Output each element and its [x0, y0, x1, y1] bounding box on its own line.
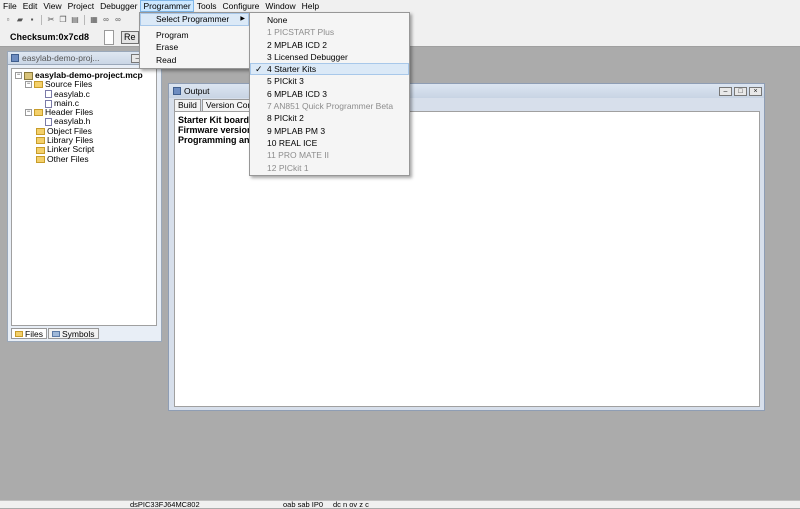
- programmer-option: 1 PICSTART Plus: [250, 26, 409, 38]
- folder-icon: [34, 81, 43, 89]
- status-bar: dsPIC33FJ64MC802 oab sab IP0 dc n ov z c: [0, 500, 800, 509]
- project-icon: [24, 71, 33, 80]
- programmer-option-label: 2 MPLAB ICD 2: [267, 39, 327, 50]
- tree-node-file[interactable]: easylab.c: [12, 89, 156, 99]
- programmer-option[interactable]: None: [250, 14, 409, 26]
- menu-window[interactable]: Window: [262, 0, 298, 12]
- programmer-option-label: 10 REAL ICE: [267, 137, 318, 148]
- toolbar-dropdown[interactable]: [104, 30, 114, 45]
- menu-project[interactable]: Project: [65, 0, 97, 12]
- menu-file[interactable]: File: [0, 0, 20, 12]
- cut-icon[interactable]: ✂: [46, 15, 56, 25]
- programmer-option-label: 4 Starter Kits: [267, 64, 317, 75]
- tab-files-label: Files: [25, 328, 43, 339]
- menu-item-select-programmer[interactable]: Select Programmer ▶: [140, 13, 249, 26]
- programmer-option[interactable]: 6 MPLAB ICD 3: [250, 88, 409, 100]
- folder-icon: [36, 137, 45, 145]
- new-file-icon[interactable]: ▫: [3, 15, 13, 25]
- find-icon[interactable]: ∞: [101, 15, 111, 25]
- programmer-option: 7 AN851 Quick Programmer Beta: [250, 100, 409, 112]
- symbols-icon: [51, 330, 60, 337]
- folder-icon: [36, 146, 45, 154]
- programmer-option: 12 PICkit 1: [250, 162, 409, 174]
- programmer-option-label: 8 PICkit 2: [267, 113, 304, 124]
- release-button[interactable]: Re: [121, 31, 139, 44]
- programmer-option[interactable]: 2 MPLAB ICD 2: [250, 39, 409, 51]
- collapse-icon[interactable]: −: [15, 72, 22, 80]
- menu-item-program[interactable]: Program: [140, 29, 249, 42]
- programmer-option-selected[interactable]: ✓ 4 Starter Kits: [250, 63, 409, 76]
- project-window: easylab-demo-proj... – □ − easylab-demo-…: [7, 51, 162, 342]
- project-window-title: easylab-demo-proj...: [22, 53, 100, 63]
- menu-item-label: Select Programmer: [156, 14, 230, 24]
- open-folder-icon[interactable]: ▰: [15, 15, 25, 25]
- tab-files[interactable]: Files: [11, 328, 47, 339]
- menu-help[interactable]: Help: [299, 0, 322, 12]
- collapse-icon[interactable]: −: [25, 109, 32, 117]
- folder-icon: [34, 109, 43, 117]
- programmer-option-label: 6 MPLAB ICD 3: [267, 88, 327, 99]
- tree-node-other-files[interactable]: Other Files: [12, 153, 156, 164]
- programmer-option-label: 5 PICkit 3: [267, 76, 304, 87]
- toolbar-separator: [84, 15, 85, 25]
- tab-build[interactable]: Build: [174, 99, 201, 111]
- programmer-option-label: 11 PRO MATE II: [267, 150, 330, 161]
- menu-tools[interactable]: Tools: [194, 0, 220, 12]
- folder-icon: [36, 127, 45, 135]
- programmer-option-label: 9 MPLAB PM 3: [267, 125, 326, 136]
- menu-edit[interactable]: Edit: [20, 0, 41, 12]
- programmer-option-label: None: [267, 15, 288, 25]
- programmer-option: 11 PRO MATE II: [250, 149, 409, 161]
- tab-symbols[interactable]: Symbols: [47, 328, 99, 339]
- collapse-icon[interactable]: −: [25, 81, 32, 89]
- programmer-option[interactable]: 10 REAL ICE: [250, 137, 409, 149]
- programmer-option-label: 12 PICkit 1: [267, 162, 309, 173]
- programmer-option[interactable]: 9 MPLAB PM 3: [250, 125, 409, 137]
- checkmark-icon: ✓: [255, 64, 263, 75]
- programmer-option-label: 3 Licensed Debugger: [267, 51, 348, 62]
- checksum-label: Checksum:0x7cd8: [10, 32, 90, 42]
- menu-programmer[interactable]: Programmer: [140, 0, 194, 12]
- programmer-option[interactable]: 5 PICkit 3: [250, 75, 409, 87]
- file-icon: [45, 90, 52, 99]
- file-icon: [45, 118, 52, 127]
- programmer-menu: Select Programmer ▶ Program Erase Read: [139, 12, 250, 69]
- output-window-icon: [173, 87, 181, 95]
- programmer-option[interactable]: 8 PICkit 2: [250, 112, 409, 124]
- menu-item-erase[interactable]: Erase: [140, 41, 249, 54]
- close-icon[interactable]: ×: [749, 86, 762, 96]
- folder-icon: [15, 330, 23, 337]
- menu-item-read[interactable]: Read: [140, 54, 249, 67]
- tab-symbols-label: Symbols: [61, 328, 95, 339]
- project-window-icon: [11, 54, 19, 62]
- menu-view[interactable]: View: [40, 0, 64, 12]
- print-icon[interactable]: ▦: [89, 15, 99, 25]
- programmer-option-label: 1 PICSTART Plus: [267, 27, 335, 38]
- find-in-files-icon[interactable]: ∞: [113, 15, 123, 25]
- project-tree: − easylab-demo-project.mcp − Source File…: [11, 68, 157, 326]
- select-programmer-submenu: None 1 PICSTART Plus 2 MPLAB ICD 2 3 Lic…: [249, 12, 410, 176]
- minimize-icon[interactable]: –: [719, 86, 732, 96]
- tree-label-other-files: Other Files: [47, 153, 89, 164]
- toolbar-separator: [41, 15, 42, 25]
- copy-icon[interactable]: ❐: [58, 15, 68, 25]
- maximize-icon[interactable]: □: [734, 86, 747, 96]
- submenu-arrow-icon: ▶: [240, 16, 245, 22]
- folder-icon: [36, 155, 45, 163]
- menu-configure[interactable]: Configure: [220, 0, 263, 12]
- menu-bar: File Edit View Project Debugger Programm…: [0, 0, 800, 12]
- project-tabs: Files Symbols: [11, 328, 100, 340]
- programmer-option-label: 7 AN851 Quick Programmer Beta: [267, 101, 394, 112]
- paste-icon[interactable]: ▤: [70, 15, 80, 25]
- programmer-option[interactable]: 3 Licensed Debugger: [250, 51, 409, 63]
- menu-debugger[interactable]: Debugger: [97, 0, 140, 12]
- save-icon[interactable]: ▪: [27, 15, 37, 25]
